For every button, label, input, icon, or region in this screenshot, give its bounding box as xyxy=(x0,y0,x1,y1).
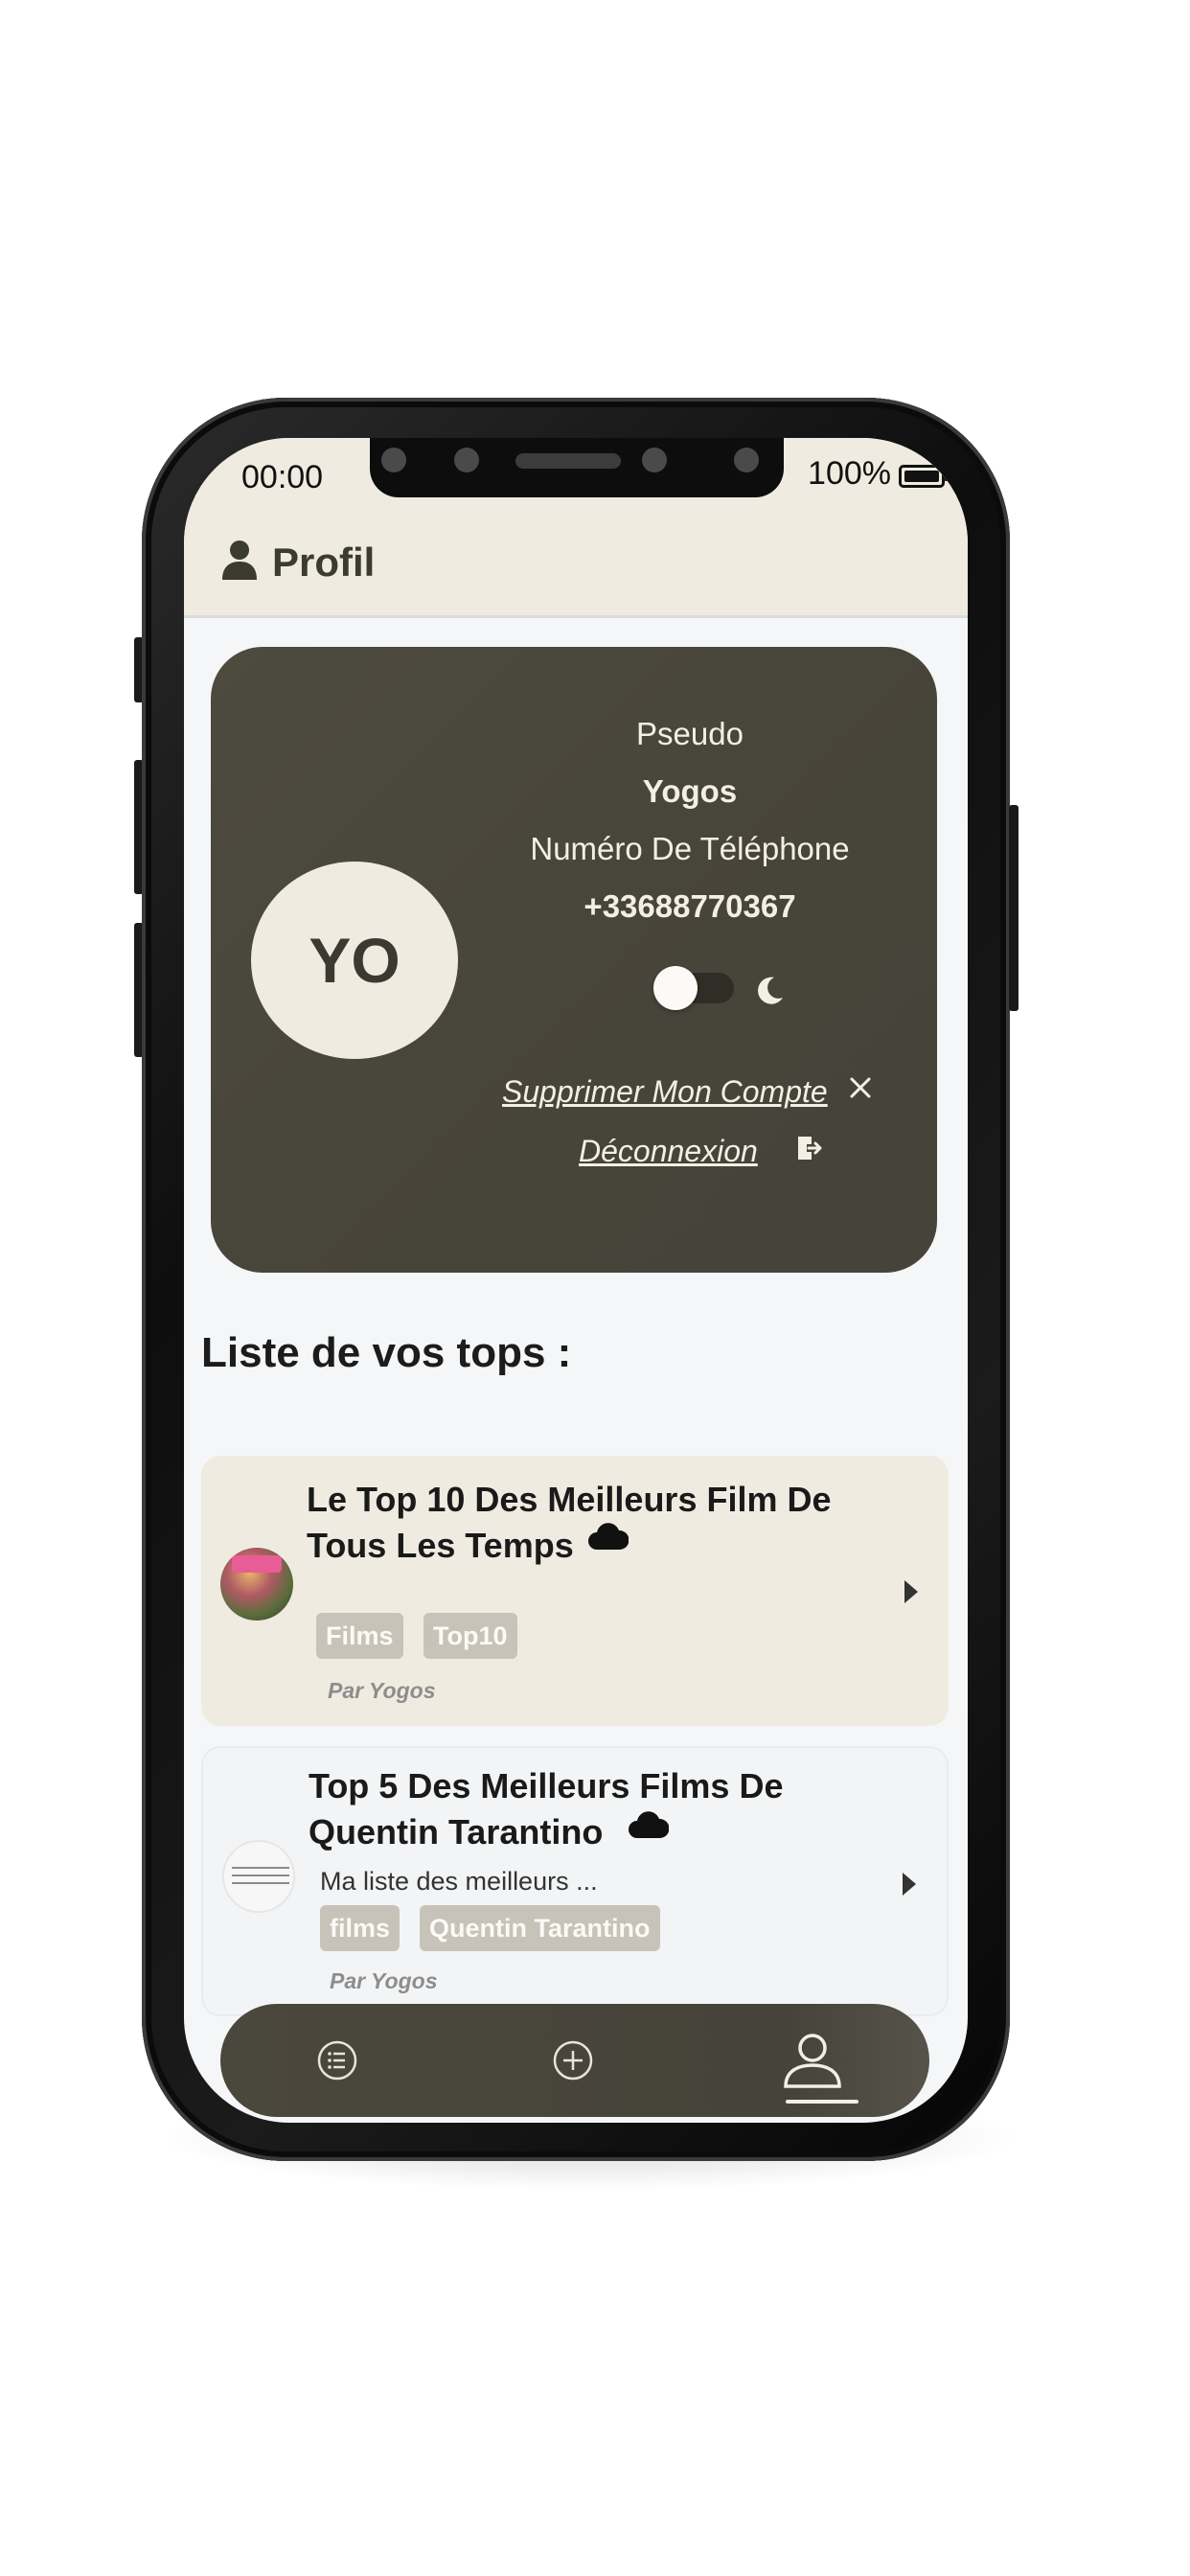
top-thumbnail xyxy=(222,1840,295,1913)
toggle-knob[interactable] xyxy=(653,966,698,1010)
app-header: Profil xyxy=(184,515,968,618)
user-icon xyxy=(222,540,257,580)
top-title: Top 5 Des Meilleurs Films De Quentin Tar… xyxy=(309,1766,784,1852)
phone-screen: 00:00 100% Profil YO Pseudo Yogos Numéro… xyxy=(184,438,968,2123)
top-card[interactable]: Top 5 Des Meilleurs Films De Quentin Tar… xyxy=(201,1746,949,2016)
logout-icon[interactable] xyxy=(795,1134,824,1162)
stage: 00:00 100% Profil YO Pseudo Yogos Numéro… xyxy=(0,0,1190,2576)
phone-value: +33688770367 xyxy=(584,888,796,924)
author: Par Yogos xyxy=(330,1968,438,1993)
moon-icon xyxy=(758,977,783,1004)
tag: films xyxy=(320,1905,400,1951)
top-description: Ma liste des meilleurs ... xyxy=(320,1867,598,1896)
pseudo-value: Yogos xyxy=(642,773,738,809)
cloud-icon xyxy=(588,1523,629,1550)
chevron-right-icon[interactable] xyxy=(903,1873,916,1896)
tag: Films xyxy=(316,1613,403,1659)
status-bar: 00:00 100% xyxy=(184,438,968,515)
sensor-dot xyxy=(454,448,479,472)
add-icon xyxy=(553,2040,593,2081)
profile-card: YO Pseudo Yogos Numéro De Téléphone +336… xyxy=(211,647,937,1273)
active-tab-indicator xyxy=(786,2100,858,2104)
author: Par Yogos xyxy=(328,1678,436,1703)
pseudo-label: Pseudo xyxy=(636,716,744,751)
camera-dot xyxy=(381,448,406,472)
speaker-grille xyxy=(515,453,621,469)
chevron-right-icon[interactable] xyxy=(904,1580,918,1603)
close-icon[interactable] xyxy=(847,1074,874,1101)
power-button xyxy=(1009,805,1018,1011)
bottom-navigation xyxy=(220,2004,929,2117)
status-time: 00:00 xyxy=(241,459,324,495)
sensor-dot xyxy=(642,448,667,472)
delete-account-link[interactable]: Supprimer Mon Compte xyxy=(502,1074,828,1110)
nav-add-button[interactable] xyxy=(506,2004,640,2117)
top-thumbnail xyxy=(220,1548,293,1621)
tag: Top10 xyxy=(423,1613,517,1659)
notch xyxy=(370,438,784,497)
nav-list-button[interactable] xyxy=(270,2004,404,2117)
cloud-icon xyxy=(629,1811,669,1838)
tag: Quentin Tarantino xyxy=(420,1905,660,1951)
battery-icon xyxy=(899,465,949,488)
avatar: YO xyxy=(251,862,458,1059)
sensor-dot xyxy=(734,448,759,472)
top-card[interactable]: Le Top 10 Des Meilleurs Film De Tous Les… xyxy=(201,1456,949,1726)
page-title: Profil xyxy=(272,540,376,585)
logout-link[interactable]: Déconnexion xyxy=(579,1134,758,1169)
section-title: Liste de vos tops : xyxy=(201,1329,572,1376)
battery-percentage: 100% xyxy=(808,455,891,492)
list-icon xyxy=(317,2040,357,2081)
profile-icon xyxy=(784,2034,841,2088)
phone-label: Numéro De Téléphone xyxy=(530,831,850,866)
